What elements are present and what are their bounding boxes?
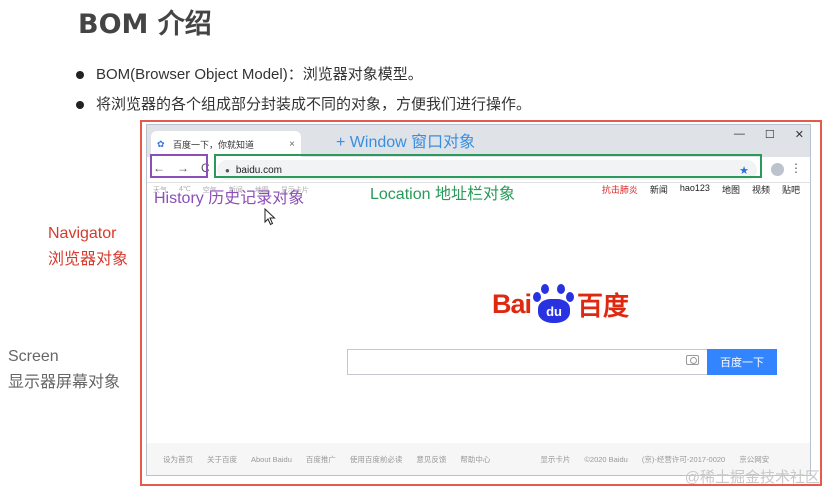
logo-bai-text: Bai: [492, 288, 532, 319]
footer-link[interactable]: About Baidu: [251, 455, 292, 464]
bullet-dot: [76, 101, 84, 109]
window-annotation: + Window 窗口对象: [336, 134, 476, 151]
tab-bar: ✿ 百度一下，你就知道 × — ☐ ✕: [147, 125, 810, 157]
nav-link-tieba[interactable]: 贴吧: [782, 183, 800, 196]
search-button[interactable]: 百度一下: [707, 349, 777, 375]
footer-text: (京)-经营许可-2017-0020: [641, 454, 726, 464]
nav-link-hot[interactable]: 抗击肺炎: [602, 183, 638, 196]
screen-label-cn: 显示器屏幕对象: [8, 374, 121, 391]
bullet-text: 将浏览器的各个组成部分封装成不同的对象，方便我们进行操作。: [96, 96, 532, 113]
profile-avatar-icon[interactable]: [771, 163, 784, 176]
footer-text: 京公网安: [739, 454, 770, 464]
footer-link[interactable]: 帮助中心: [460, 454, 490, 465]
history-highlight-box: [150, 154, 208, 178]
minimize-icon[interactable]: —: [734, 128, 745, 141]
nav-link-hao123[interactable]: hao123: [680, 183, 710, 196]
screen-label: Screen 显示器屏幕对象: [8, 344, 120, 396]
baidu-paw-icon: du: [532, 283, 576, 325]
mouse-cursor-icon: [264, 208, 276, 226]
paw-toe: [533, 292, 542, 302]
location-annotation: Location 地址栏对象: [370, 186, 515, 203]
nav-link-video[interactable]: 视频: [752, 183, 770, 196]
bullet-dot: [76, 71, 84, 79]
footer-text: ©2020 Baidu: [584, 454, 628, 464]
history-annotation: History 历史记录对象: [154, 190, 305, 207]
search-input[interactable]: [347, 349, 707, 375]
navigator-label-cn: 浏览器对象: [48, 251, 129, 268]
tab-close-icon[interactable]: ×: [289, 139, 295, 150]
paw-toe: [541, 284, 550, 294]
nav-link-map[interactable]: 地图: [722, 183, 740, 196]
paw-toe: [566, 292, 575, 302]
nav-link-news[interactable]: 新闻: [650, 183, 668, 196]
camera-icon[interactable]: [686, 355, 699, 365]
baidu-logo: Bai du 百度: [492, 283, 629, 325]
location-highlight-box: [214, 154, 762, 178]
paw-toe: [557, 284, 566, 294]
footer-link[interactable]: 显示卡片: [540, 454, 570, 465]
baidu-top-nav: 抗击肺炎 新闻 hao123 地图 视频 贴吧: [602, 183, 800, 196]
window-controls: — ☐ ✕: [734, 128, 804, 141]
footer-link[interactable]: 设为首页: [163, 454, 193, 465]
bullet-list: BOM(Browser Object Model)：浏览器对象模型。 将浏览器的…: [76, 64, 531, 124]
close-window-icon[interactable]: ✕: [795, 128, 804, 141]
menu-dots-icon[interactable]: ⋮: [790, 161, 802, 175]
bullet-text: BOM(Browser Object Model)：浏览器对象模型。: [96, 66, 423, 83]
paw-pad: du: [538, 299, 571, 323]
footer-link[interactable]: 百度推广: [306, 454, 336, 465]
slide-title: BOM 介绍: [78, 9, 212, 40]
watermark: @稀土掘金技术社区: [684, 469, 820, 486]
maximize-icon[interactable]: ☐: [765, 128, 775, 141]
screen-label-en: Screen: [8, 348, 59, 365]
navigator-label: Navigator 浏览器对象: [48, 221, 128, 273]
footer-link[interactable]: 使用百度前必读: [350, 454, 403, 465]
footer-link[interactable]: 关于百度: [207, 454, 237, 465]
logo-baidu-text: 百度: [577, 290, 630, 321]
baidu-favicon-icon: ✿: [157, 139, 165, 149]
footer-link[interactable]: 意见反馈: [416, 454, 446, 465]
bullet-item: BOM(Browser Object Model)：浏览器对象模型。: [76, 64, 531, 94]
tab-title: 百度一下，你就知道: [173, 139, 255, 150]
navigator-label-en: Navigator: [48, 225, 117, 242]
